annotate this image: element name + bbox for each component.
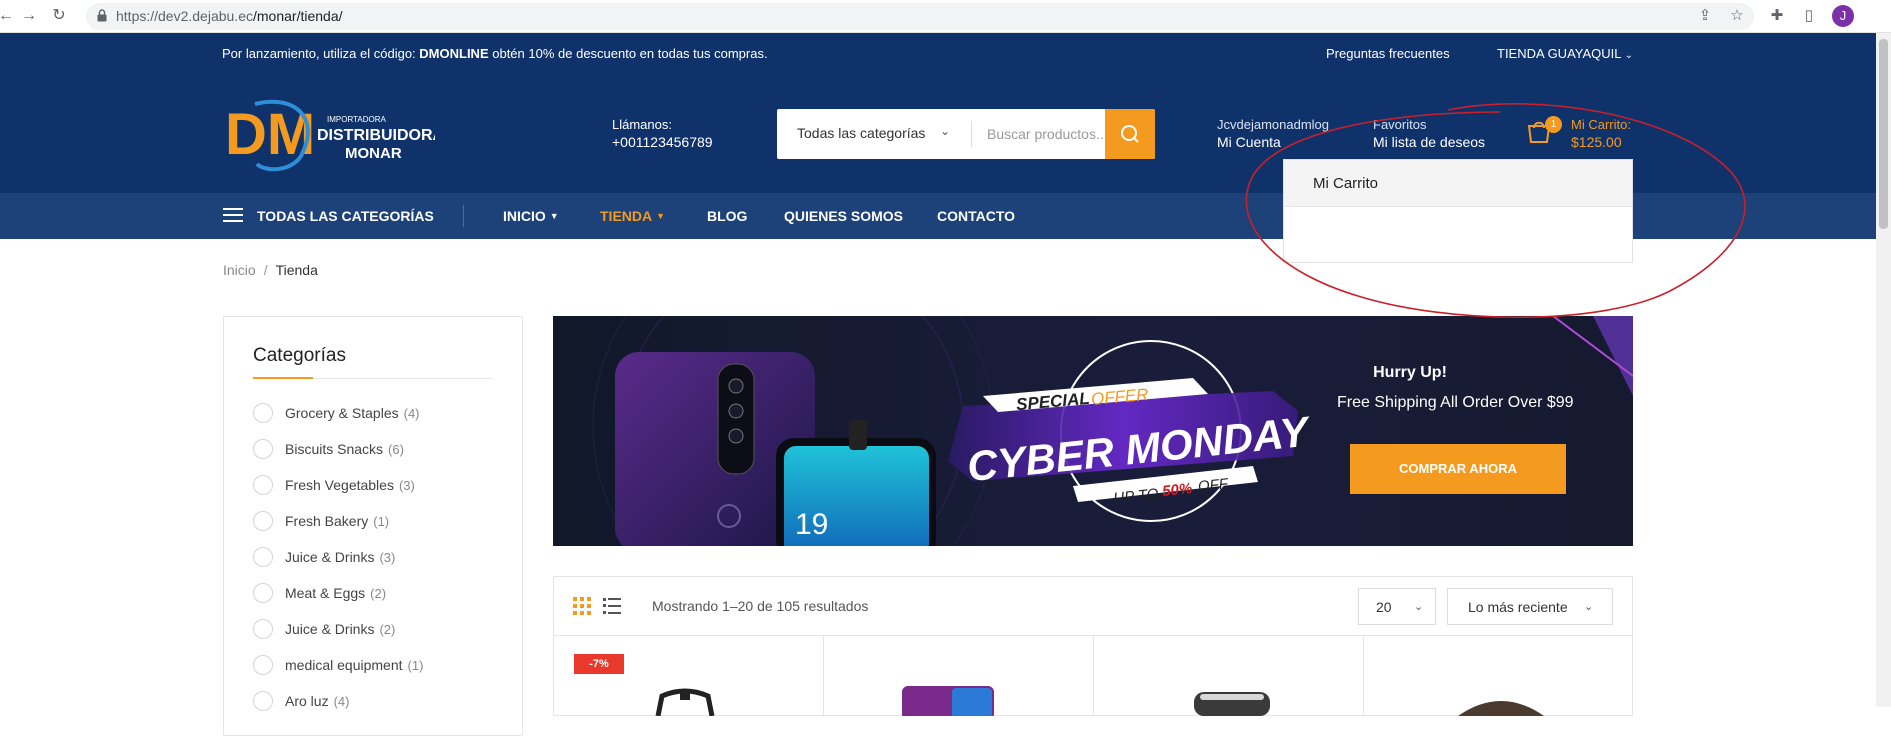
search-bar: Todas las categorías ⌄ xyxy=(777,109,1155,159)
category-radio[interactable] xyxy=(253,619,273,639)
side-panel-icon[interactable]: ▯ xyxy=(1798,5,1820,27)
sidebar-divider-accent xyxy=(253,377,313,379)
profile-avatar[interactable]: J xyxy=(1832,5,1854,27)
svg-text:OFF: OFF xyxy=(1197,475,1229,495)
buy-now-button[interactable]: COMPRAR AHORA xyxy=(1350,444,1566,494)
category-radio[interactable] xyxy=(253,547,273,567)
banner-shipping-text: Free Shipping All Order Over $99 xyxy=(1337,394,1574,411)
promo-strip: Por lanzamiento, utiliza el código: DMON… xyxy=(0,33,1876,75)
wishlist-link[interactable]: Mi lista de deseos xyxy=(1373,134,1485,150)
cart-total[interactable]: $125.00 xyxy=(1571,134,1622,150)
back-icon[interactable]: ← xyxy=(0,5,18,27)
banner-artwork: 19 SPECIAL OFFER CYBER MONDAY UP TO 50% … xyxy=(553,316,1633,546)
chevron-down-icon: ⌄ xyxy=(1624,50,1634,61)
product-image[interactable] xyxy=(650,686,720,716)
share-icon[interactable]: ⇪ xyxy=(1694,5,1716,27)
shop-toolbar: Mostrando 1–20 de 105 resultados 20 ⌄ Lo … xyxy=(553,576,1633,636)
search-divider xyxy=(971,121,972,147)
per-page-select[interactable]: 20 ⌄ xyxy=(1358,588,1436,625)
svg-text:19: 19 xyxy=(795,508,828,541)
product-card[interactable] xyxy=(1364,636,1634,716)
hamburger-icon[interactable] xyxy=(223,207,243,223)
favorites-label: Favoritos xyxy=(1373,117,1427,132)
store-selector[interactable]: TIENDA GUAYAQUIL ⌄ xyxy=(1497,46,1633,61)
breadcrumb: Inicio / Tienda xyxy=(223,262,318,278)
nav-item-blog[interactable]: BLOG xyxy=(707,208,747,224)
svg-text:DISTRIBUIDORA: DISTRIBUIDORA xyxy=(317,127,435,144)
browser-toolbar: ← → ↻ https://dev2.dejabu.ec/monar/tiend… xyxy=(0,0,1891,33)
address-bar[interactable]: https://dev2.dejabu.ec/monar/tienda/ xyxy=(86,3,1754,30)
category-radio[interactable] xyxy=(253,583,273,603)
chevron-down-icon: ⌄ xyxy=(940,124,951,138)
cart-dropdown-header: Mi Carrito xyxy=(1284,160,1632,207)
product-image[interactable] xyxy=(1456,692,1546,716)
sort-select[interactable]: Lo más reciente ⌄ xyxy=(1447,588,1613,625)
account-username: Jcvdejamonadmlog xyxy=(1217,117,1330,132)
svg-text:50%: 50% xyxy=(1161,480,1193,500)
nav-item-tienda[interactable]: TIENDA ▼ xyxy=(600,208,665,224)
page-scrollbar[interactable] xyxy=(1876,33,1891,707)
promo-code: DMONLINE xyxy=(419,46,489,61)
url-text: https://dev2.dejabu.ec/monar/tienda/ xyxy=(116,8,343,24)
discount-badge: -7% xyxy=(574,654,624,674)
nav-item-inicio[interactable]: INICIO ▼ xyxy=(503,208,559,224)
breadcrumb-separator: / xyxy=(263,262,268,278)
cart-count-badge: 1 xyxy=(1545,116,1562,133)
svg-text:MONAR: MONAR xyxy=(345,145,402,162)
category-sidebar: Categorías Grocery & Staples (4) Biscuits… xyxy=(223,316,523,736)
bookmark-star-icon[interactable]: ☆ xyxy=(1726,5,1748,27)
category-radio[interactable] xyxy=(253,691,273,711)
sidebar-title: Categorías xyxy=(253,345,346,366)
reload-icon[interactable]: ↻ xyxy=(47,5,71,27)
nav-divider xyxy=(463,205,464,227)
forward-icon[interactable]: → xyxy=(17,5,41,27)
product-image[interactable] xyxy=(900,682,996,716)
nav-item-quienes-somos[interactable]: QUIENES SOMOS xyxy=(784,208,903,224)
product-card[interactable] xyxy=(824,636,1094,716)
promo-banner[interactable]: 19 SPECIAL OFFER CYBER MONDAY UP TO 50% … xyxy=(553,316,1633,546)
grid-view-icon[interactable] xyxy=(573,597,591,615)
results-count: Mostrando 1–20 de 105 resultados xyxy=(652,598,869,614)
promo-text: Por lanzamiento, utiliza el código: DMON… xyxy=(222,46,768,61)
extensions-icon[interactable]: ✚ xyxy=(1766,5,1788,27)
banner-hurry-text: Hurry Up! xyxy=(1373,364,1447,381)
search-category-select[interactable]: Todas las categorías ⌄ xyxy=(777,109,971,159)
svg-text:IMPORTADORA: IMPORTADORA xyxy=(327,115,386,124)
category-radio[interactable] xyxy=(253,511,273,531)
cart-label[interactable]: Mi Carrito: xyxy=(1571,117,1631,132)
category-radio[interactable] xyxy=(253,439,273,459)
search-button[interactable] xyxy=(1105,109,1155,159)
chevron-down-icon: ▼ xyxy=(656,211,666,221)
call-number[interactable]: +001123456789 xyxy=(612,134,713,150)
category-radio[interactable] xyxy=(253,403,273,423)
account-link[interactable]: Mi Cuenta xyxy=(1217,134,1281,150)
lock-icon xyxy=(97,9,107,22)
all-categories-menu[interactable]: TODAS LAS CATEGORÍAS xyxy=(257,208,434,224)
category-radio[interactable] xyxy=(253,655,273,675)
product-image[interactable] xyxy=(1192,690,1272,716)
call-label: Llámanos: xyxy=(612,117,672,132)
product-card[interactable]: -7% xyxy=(554,636,824,716)
product-grid: -7% xyxy=(553,636,1633,716)
faq-link[interactable]: Preguntas frecuentes xyxy=(1326,46,1450,61)
breadcrumb-home[interactable]: Inicio xyxy=(223,262,256,278)
cart-dropdown: Mi Carrito xyxy=(1283,159,1633,263)
search-input[interactable] xyxy=(979,118,1103,150)
nav-item-contacto[interactable]: CONTACTO xyxy=(937,208,1015,224)
scrollbar-thumb[interactable] xyxy=(1879,39,1888,229)
product-card[interactable] xyxy=(1094,636,1364,716)
category-radio[interactable] xyxy=(253,475,273,495)
breadcrumb-current: Tienda xyxy=(275,262,318,278)
chevron-down-icon: ⌄ xyxy=(1414,601,1424,613)
chevron-down-icon: ▼ xyxy=(549,211,559,221)
chevron-down-icon: ⌄ xyxy=(1584,601,1594,613)
search-icon xyxy=(1121,125,1139,143)
cart-dropdown-title: Mi Carrito xyxy=(1313,175,1379,192)
list-view-icon[interactable] xyxy=(603,597,621,615)
brand-logo[interactable]: DM IMPORTADORA DISTRIBUIDORA MONAR xyxy=(225,96,435,172)
